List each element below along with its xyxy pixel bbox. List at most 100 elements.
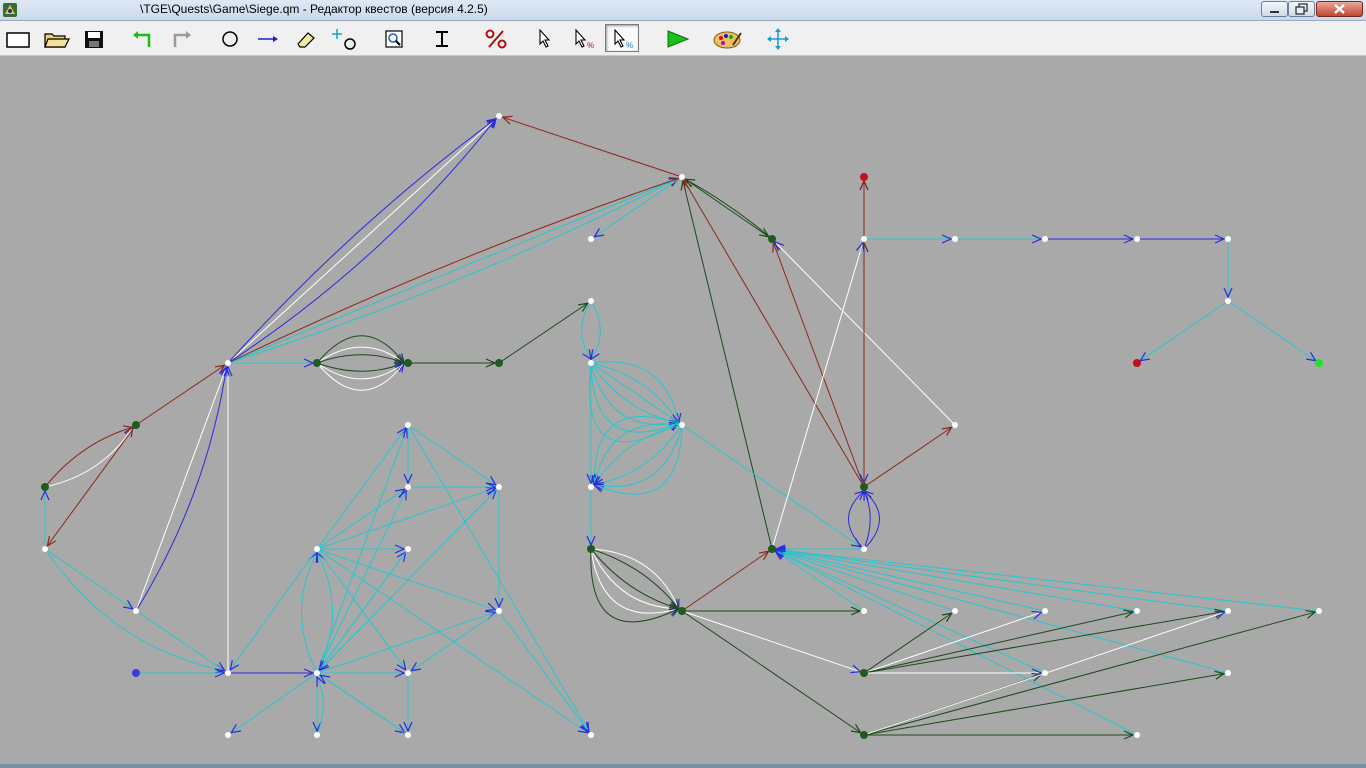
location-node[interactable]: [41, 483, 49, 491]
location-node[interactable]: [860, 669, 868, 677]
path-edge[interactable]: [863, 490, 871, 550]
path-edge[interactable]: [135, 610, 225, 672]
pan-button[interactable]: [760, 24, 794, 52]
location-node[interactable]: [133, 608, 139, 614]
path-edge[interactable]: [772, 242, 865, 488]
add-location-button[interactable]: [212, 24, 246, 52]
location-node[interactable]: [952, 422, 958, 428]
path-edge[interactable]: [590, 548, 680, 610]
maximize-button[interactable]: [1288, 1, 1315, 17]
path-edge[interactable]: [863, 673, 1225, 736]
path-edge[interactable]: [316, 427, 407, 550]
fail-location[interactable]: [860, 173, 868, 181]
text-button[interactable]: [424, 24, 458, 52]
path-edge[interactable]: [590, 362, 679, 433]
path-edge[interactable]: [319, 486, 500, 671]
minimize-button[interactable]: [1261, 1, 1288, 17]
location-node[interactable]: [678, 607, 686, 615]
location-node[interactable]: [313, 359, 321, 367]
zoom-button[interactable]: [376, 24, 410, 52]
path-edge[interactable]: [1140, 300, 1229, 362]
path-edge[interactable]: [1227, 300, 1316, 362]
path-edge[interactable]: [775, 549, 1229, 612]
path-edge[interactable]: [227, 178, 679, 364]
location-node[interactable]: [1042, 236, 1048, 242]
location-node[interactable]: [1134, 236, 1140, 242]
location-node[interactable]: [496, 113, 502, 119]
location-node[interactable]: [861, 608, 867, 614]
location-node[interactable]: [1134, 732, 1140, 738]
undo-button[interactable]: [124, 24, 158, 52]
location-node[interactable]: [314, 670, 320, 676]
location-node[interactable]: [42, 546, 48, 552]
win-location[interactable]: [1315, 359, 1323, 367]
path-edge[interactable]: [135, 364, 225, 426]
path-edge[interactable]: [590, 548, 680, 609]
location-node[interactable]: [314, 732, 320, 738]
path-edge[interactable]: [411, 610, 500, 672]
path-edge[interactable]: [135, 366, 228, 612]
redo-button[interactable]: [164, 24, 198, 52]
quest-graph-canvas[interactable]: [0, 56, 1366, 764]
location-node[interactable]: [405, 484, 411, 490]
location-node[interactable]: [587, 545, 595, 553]
location-node[interactable]: [679, 422, 685, 428]
eraser-button[interactable]: [288, 24, 322, 52]
location-node[interactable]: [588, 298, 594, 304]
location-node[interactable]: [405, 422, 411, 428]
path-edge[interactable]: [863, 490, 880, 550]
path-edge[interactable]: [590, 362, 861, 548]
path-edge[interactable]: [316, 490, 407, 674]
path-edge[interactable]: [681, 176, 769, 238]
location-node[interactable]: [1225, 298, 1231, 304]
save-button[interactable]: [76, 24, 110, 52]
path-edge[interactable]: [593, 424, 683, 486]
path-edge[interactable]: [590, 548, 679, 610]
path-edge[interactable]: [498, 302, 588, 364]
palette-button[interactable]: [710, 24, 744, 52]
path-edge[interactable]: [863, 611, 1134, 674]
location-node[interactable]: [860, 731, 868, 739]
location-node[interactable]: [1316, 608, 1322, 614]
path-edge[interactable]: [407, 424, 496, 486]
location-node[interactable]: [768, 235, 776, 243]
location-node[interactable]: [225, 732, 231, 738]
location-node[interactable]: [952, 236, 958, 242]
path-edge[interactable]: [498, 610, 590, 733]
path-edge[interactable]: [863, 611, 1042, 674]
path-edge[interactable]: [594, 424, 683, 495]
location-node[interactable]: [679, 174, 685, 180]
location-node[interactable]: [1134, 608, 1140, 614]
location-node[interactable]: [495, 359, 503, 367]
path-edge[interactable]: [316, 548, 588, 734]
path-edge[interactable]: [594, 424, 683, 486]
path-edge[interactable]: [681, 610, 861, 734]
location-node[interactable]: [588, 360, 594, 366]
location-node[interactable]: [405, 546, 411, 552]
path-edge[interactable]: [594, 176, 683, 238]
location-node[interactable]: [861, 546, 867, 552]
path-edge[interactable]: [775, 549, 1138, 612]
path-edge[interactable]: [320, 674, 409, 736]
path-edge[interactable]: [44, 548, 133, 610]
path-edge[interactable]: [44, 426, 133, 488]
location-node[interactable]: [225, 360, 231, 366]
path-edge[interactable]: [771, 242, 864, 550]
location-node[interactable]: [1225, 608, 1231, 614]
path-edge[interactable]: [316, 362, 405, 372]
location-node[interactable]: [588, 484, 594, 490]
location-node[interactable]: [496, 484, 502, 490]
path-edge[interactable]: [863, 612, 952, 674]
location-node[interactable]: [860, 483, 868, 491]
select-percent-button[interactable]: %: [566, 24, 600, 52]
path-edge[interactable]: [316, 488, 405, 550]
path-edge[interactable]: [683, 180, 865, 488]
move-location-button[interactable]: [326, 24, 360, 52]
path-edge[interactable]: [681, 610, 861, 673]
location-node[interactable]: [225, 670, 231, 676]
location-node[interactable]: [1225, 236, 1231, 242]
open-button[interactable]: [38, 24, 72, 52]
close-button[interactable]: [1316, 1, 1363, 17]
path-edge[interactable]: [775, 548, 1320, 612]
path-edge[interactable]: [407, 424, 590, 732]
